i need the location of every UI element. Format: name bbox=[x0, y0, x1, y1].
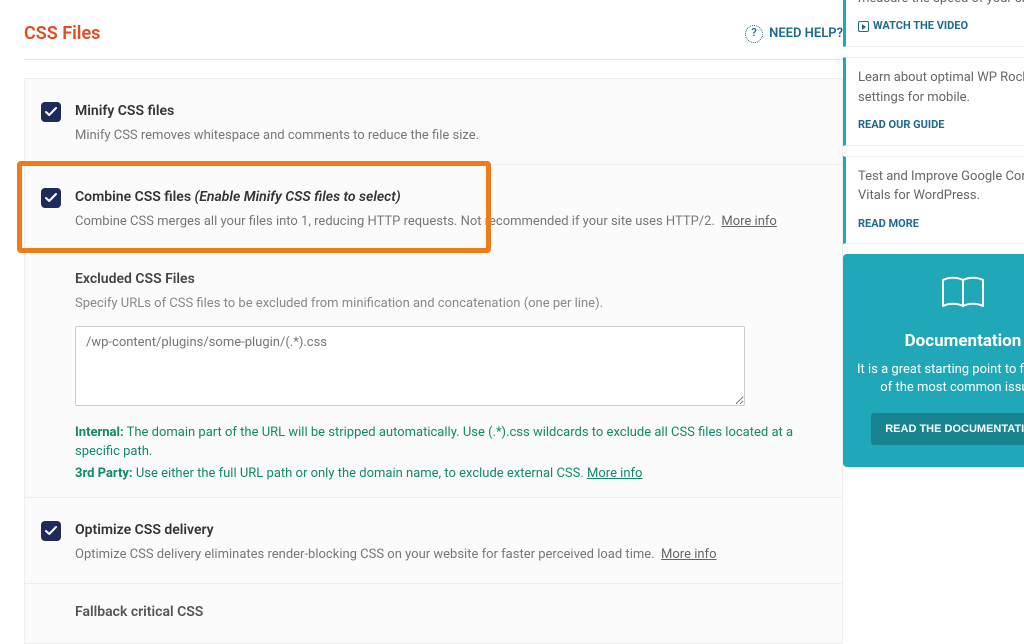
minify-label: Minify CSS files bbox=[75, 101, 826, 122]
check-icon bbox=[45, 192, 57, 204]
doc-desc: It is a great starting point to fix some… bbox=[857, 361, 1024, 397]
book-icon bbox=[941, 276, 985, 312]
sidebar-card-mobile: Learn about optimal WP Rocket settings f… bbox=[843, 57, 1024, 146]
fallback-label: Fallback critical CSS bbox=[75, 602, 826, 623]
watch-video-link[interactable]: WATCH THE VIDEO bbox=[858, 18, 968, 35]
setting-minify-css: Minify CSS files Minify CSS removes whit… bbox=[25, 79, 842, 165]
excluded-css-textarea[interactable] bbox=[75, 326, 745, 406]
doc-title: Documentation bbox=[857, 329, 1024, 355]
read-documentation-button[interactable]: READ THE DOCUMENTATION bbox=[871, 413, 1024, 445]
panel-body: Minify CSS files Minify CSS removes whit… bbox=[24, 78, 843, 644]
excluded-css-section: Excluded CSS Files Specify URLs of CSS f… bbox=[25, 253, 842, 483]
sidebar-card-speed: measure the speed of your site. WATCH TH… bbox=[843, 0, 1024, 47]
card-mobile-text1: Learn about optimal WP Rocket bbox=[858, 68, 1024, 88]
note-internal-text: The domain part of the URL will be strip… bbox=[75, 425, 793, 460]
excluded-notes: Internal: The domain part of the URL wil… bbox=[75, 423, 815, 484]
check-icon bbox=[45, 525, 57, 537]
sidebar: measure the speed of your site. WATCH TH… bbox=[835, 0, 1024, 534]
fallback-section: Fallback critical CSS bbox=[25, 584, 842, 623]
card-mobile-text2: settings for mobile. bbox=[858, 88, 1024, 108]
panel-header: CSS Files ? NEED HELP? bbox=[24, 20, 843, 60]
checkbox-minify-css[interactable] bbox=[41, 102, 61, 122]
note-3rd-text: Use either the full URL path or only the… bbox=[136, 466, 584, 481]
optimize-more-info[interactable]: More info bbox=[661, 547, 716, 562]
play-icon bbox=[858, 21, 869, 32]
main-panel: CSS Files ? NEED HELP? Minify CSS files … bbox=[0, 0, 843, 534]
need-help-label: NEED HELP? bbox=[769, 24, 843, 44]
documentation-card: Documentation It is a great starting poi… bbox=[843, 254, 1024, 467]
combine-desc-text: Combine CSS merges all your files into 1… bbox=[75, 214, 715, 229]
combine-desc: Combine CSS merges all your files into 1… bbox=[75, 212, 826, 232]
sidebar-card-vitals: Test and Improve Google Core Web Vitals … bbox=[843, 156, 1024, 245]
minify-desc: Minify CSS removes whitespace and commen… bbox=[75, 126, 826, 146]
read-guide-link[interactable]: READ OUR GUIDE bbox=[858, 117, 944, 134]
optimize-label: Optimize CSS delivery bbox=[75, 520, 826, 541]
card-vitals-text1: Test and Improve Google Core Web bbox=[858, 167, 1024, 187]
note-internal-label: Internal: bbox=[75, 425, 124, 440]
combine-hint: (Enable Minify CSS files to select) bbox=[195, 189, 401, 205]
check-icon bbox=[45, 106, 57, 118]
excluded-desc: Specify URLs of CSS files to be excluded… bbox=[75, 294, 826, 314]
combine-label: Combine CSS files (Enable Minify CSS fil… bbox=[75, 187, 826, 208]
excluded-more-info[interactable]: More info bbox=[587, 466, 642, 481]
checkbox-combine-css[interactable] bbox=[41, 188, 61, 208]
help-icon: ? bbox=[745, 25, 763, 43]
excluded-label: Excluded CSS Files bbox=[75, 269, 826, 290]
card-vitals-text2: Vitals for WordPress. bbox=[858, 186, 1024, 206]
checkbox-optimize-css[interactable] bbox=[41, 521, 61, 541]
need-help-link[interactable]: ? NEED HELP? bbox=[745, 24, 843, 44]
setting-optimize-css: Optimize CSS delivery Optimize CSS deliv… bbox=[25, 498, 842, 584]
optimize-desc: Optimize CSS delivery eliminates render-… bbox=[75, 545, 826, 565]
watch-video-label: WATCH THE VIDEO bbox=[873, 18, 968, 35]
read-more-link[interactable]: READ MORE bbox=[858, 216, 919, 233]
card-speed-text: measure the speed of your site. bbox=[858, 0, 1024, 9]
doc-desc-line1: It is a great starting point to fix some bbox=[857, 361, 1024, 379]
optimize-desc-text: Optimize CSS delivery eliminates render-… bbox=[75, 547, 655, 562]
note-3rd-label: 3rd Party: bbox=[75, 466, 133, 481]
combine-label-text: Combine CSS files bbox=[75, 189, 191, 205]
combine-more-info[interactable]: More info bbox=[721, 214, 776, 229]
panel-title: CSS Files bbox=[24, 20, 100, 47]
setting-combine-css: Combine CSS files (Enable Minify CSS fil… bbox=[25, 165, 842, 254]
doc-desc-line2: of the most common issues. bbox=[857, 379, 1024, 397]
